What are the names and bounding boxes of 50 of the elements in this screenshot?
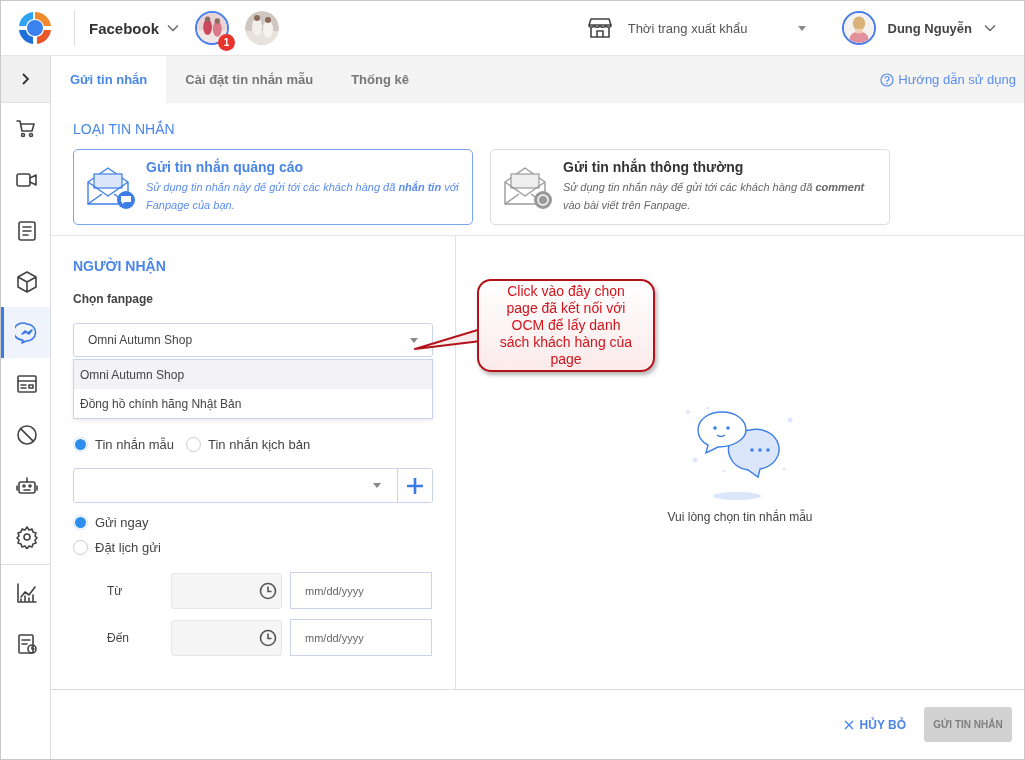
- ban-icon: [15, 422, 39, 447]
- field-label: Đến: [106, 630, 130, 645]
- chevron-down-icon: [167, 24, 180, 32]
- time-field[interactable]: [171, 619, 282, 656]
- dropdown-option[interactable]: Đồng hồ chính hãng Nhật Bản: [74, 389, 432, 418]
- add-button[interactable]: [397, 469, 432, 502]
- time-field[interactable]: [171, 572, 282, 609]
- envelope-icon: [501, 164, 553, 210]
- box-icon: [15, 269, 39, 294]
- radio-option[interactable]: Đặt lịch gửi: [73, 540, 433, 555]
- message-type-card[interactable]: Gửi tin nhắn thông thường Sử dụng tin nhắn này để gửi tới các khách hàng đã comment vào bài viết trên Fanpage.: [490, 149, 890, 225]
- messenger-icon: [15, 320, 39, 345]
- tab[interactable]: Cài đặt tin nhắn mẫu: [166, 56, 333, 103]
- callout: Click vào đây chọn page đã kết nối với OCM để lấy danh sách khách hàng của page: [477, 279, 655, 372]
- radio-option[interactable]: Gửi ngay: [73, 515, 433, 530]
- field-label: Chọn fanpage: [73, 292, 154, 306]
- store-dropdown[interactable]: Thời trang xuất khẩu: [627, 20, 806, 36]
- field-label: Từ: [106, 583, 124, 598]
- chevron-down-icon: [984, 24, 996, 32]
- caret-icon: [410, 337, 418, 343]
- dropdown-option[interactable]: Omni Autumn Shop: [74, 360, 432, 389]
- tab[interactable]: Thống kê: [332, 56, 428, 103]
- date-field[interactable]: mm/dd/yyyy: [290, 572, 432, 609]
- envelope-icon: [84, 164, 136, 210]
- chevron-right-icon: [20, 73, 31, 85]
- chart-icon: [15, 580, 39, 605]
- report-icon: [15, 631, 39, 656]
- clock-icon: [259, 628, 277, 647]
- close-icon: [843, 719, 854, 730]
- caret-icon: [373, 483, 381, 488]
- radio-option[interactable]: Tin nhắn mẫu: [73, 437, 174, 452]
- channel-dropdown[interactable]: Facebook: [89, 19, 180, 37]
- empty-message: Vui lòng chọn tin nhắn mẫu: [667, 510, 813, 524]
- clock-icon: [259, 581, 277, 600]
- date-field[interactable]: mm/dd/yyyy: [290, 619, 432, 656]
- help-icon: [880, 72, 895, 87]
- radio-option[interactable]: Tin nhắn kịch bản: [186, 437, 311, 452]
- caret-icon: [797, 25, 806, 31]
- cancel-button[interactable]: HỦY BỎ: [837, 716, 912, 733]
- settings-icon: [15, 524, 39, 549]
- message-type-card[interactable]: Gửi tin nhắn quảng cáo Sử dụng tin nhắn này để gửi tới các khách hàng đã nhắn tin với Fanpage của bạn.: [73, 149, 473, 225]
- section-title: NGƯỜI NHẬN: [73, 258, 167, 274]
- document-icon: [15, 218, 39, 243]
- fanpage-select[interactable]: Omni Autumn Shop: [73, 323, 433, 357]
- tab[interactable]: Gửi tin nhắn: [51, 56, 167, 103]
- notification-badge: 1: [218, 34, 236, 51]
- store-icon: [587, 17, 612, 39]
- plus-icon: [406, 476, 424, 495]
- section-title: LOẠI TIN NHẮN: [73, 121, 176, 137]
- user-menu[interactable]: Dung Nguyễn: [841, 11, 996, 45]
